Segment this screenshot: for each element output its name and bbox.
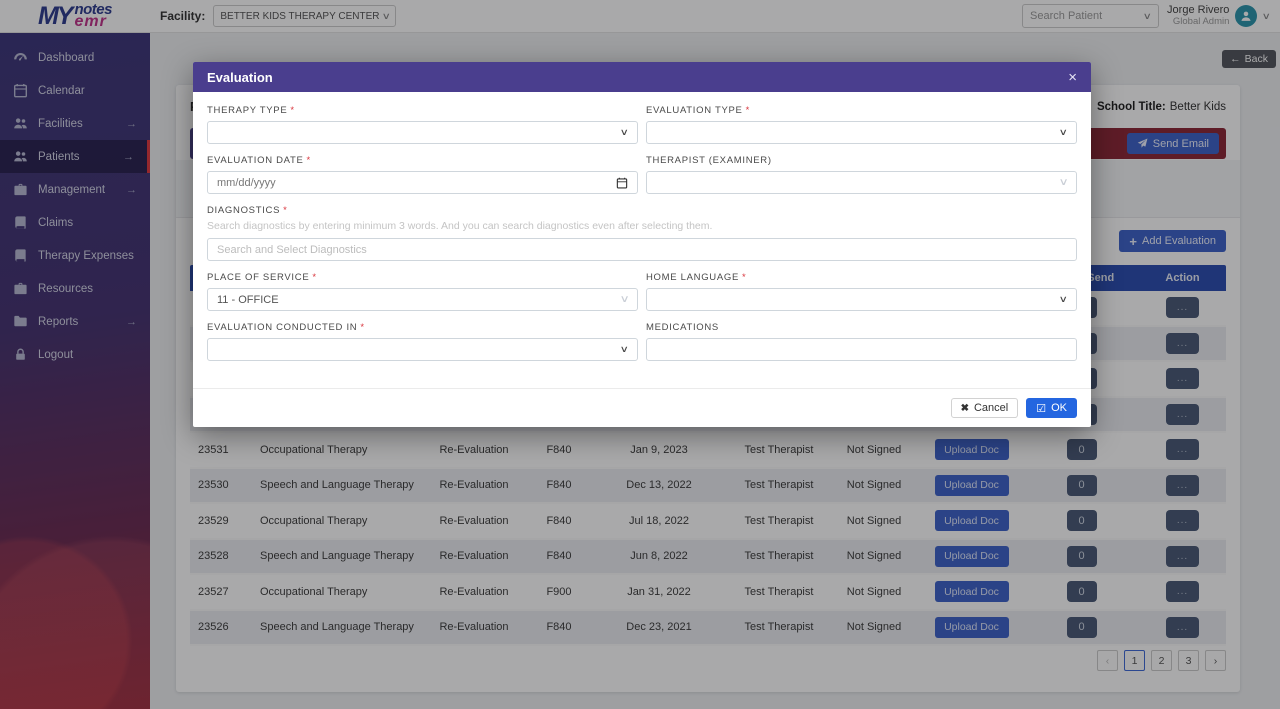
chevron-down-icon: ∨ xyxy=(620,127,629,138)
required-mark: * xyxy=(746,105,750,116)
required-mark: * xyxy=(360,322,364,333)
therapist-select[interactable]: ∨ xyxy=(646,171,1077,194)
evaluation-conducted-in-label: EVALUATION CONDUCTED IN* xyxy=(207,322,638,333)
check-square-icon: ☑ xyxy=(1036,402,1046,415)
chevron-down-icon: ∨ xyxy=(1059,127,1068,138)
evaluation-date-label: EVALUATION DATE* xyxy=(207,155,638,166)
ok-label: OK xyxy=(1051,402,1067,414)
medications-field: MEDICATIONS xyxy=(646,322,1077,361)
diagnostics-field: DIAGNOSTICS* Search diagnostics by enter… xyxy=(207,205,1077,261)
medications-input[interactable] xyxy=(646,338,1077,361)
therapist-label: THERAPIST (EXAMINER) xyxy=(646,155,1077,166)
required-mark: * xyxy=(283,205,287,216)
home-language-label: HOME LANGUAGE* xyxy=(646,272,1077,283)
therapy-type-select[interactable]: ∨ xyxy=(207,121,638,144)
evaluation-conducted-in-field: EVALUATION CONDUCTED IN* ∨ xyxy=(207,322,638,361)
home-language-field: HOME LANGUAGE* ∨ xyxy=(646,272,1077,311)
diagnostics-placeholder: Search and Select Diagnostics xyxy=(217,244,1067,256)
evaluation-date-input[interactable]: mm/dd/yyyy xyxy=(207,171,638,194)
required-mark: * xyxy=(290,105,294,116)
evaluation-type-label: EVALUATION TYPE* xyxy=(646,105,1077,116)
ok-button[interactable]: ☑ OK xyxy=(1026,398,1077,418)
close-icon[interactable]: × xyxy=(1068,70,1077,85)
place-of-service-value: 11 - OFFICE xyxy=(217,294,621,306)
diagnostics-search-input[interactable]: Search and Select Diagnostics xyxy=(207,238,1077,261)
required-mark: * xyxy=(312,272,316,283)
modal-header: Evaluation × xyxy=(193,62,1091,92)
evaluation-date-placeholder: mm/dd/yyyy xyxy=(217,177,616,189)
required-mark: * xyxy=(742,272,746,283)
x-icon: ✖ xyxy=(961,403,969,414)
therapy-type-field: THERAPY TYPE* ∨ xyxy=(207,105,638,144)
modal-title: Evaluation xyxy=(207,70,273,85)
evaluation-conducted-in-select[interactable]: ∨ xyxy=(207,338,638,361)
cancel-button[interactable]: ✖ Cancel xyxy=(951,398,1019,418)
chevron-down-icon: ∨ xyxy=(619,294,629,305)
place-of-service-field: PLACE OF SERVICE* 11 - OFFICE ∨ xyxy=(207,272,638,311)
cancel-label: Cancel xyxy=(974,402,1008,414)
modal-body: THERAPY TYPE* ∨ EVALUATION TYPE* ∨ EVALU… xyxy=(193,92,1091,388)
evaluation-type-field: EVALUATION TYPE* ∨ xyxy=(646,105,1077,144)
calendar-icon[interactable] xyxy=(616,177,628,189)
therapy-type-label: THERAPY TYPE* xyxy=(207,105,638,116)
place-of-service-select[interactable]: 11 - OFFICE ∨ xyxy=(207,288,638,311)
diagnostics-label: DIAGNOSTICS* xyxy=(207,205,1077,216)
chevron-down-icon: ∨ xyxy=(1058,177,1068,188)
evaluation-modal: Evaluation × THERAPY TYPE* ∨ EVALUATION … xyxy=(193,62,1091,427)
modal-footer: ✖ Cancel ☑ OK xyxy=(193,388,1091,427)
place-of-service-label: PLACE OF SERVICE* xyxy=(207,272,638,283)
medications-label: MEDICATIONS xyxy=(646,322,1077,333)
diagnostics-helper-text: Search diagnostics by entering minimum 3… xyxy=(207,220,1077,232)
chevron-down-icon: ∨ xyxy=(620,344,629,355)
chevron-down-icon: ∨ xyxy=(1059,294,1068,305)
evaluation-type-select[interactable]: ∨ xyxy=(646,121,1077,144)
evaluation-date-field: EVALUATION DATE* mm/dd/yyyy xyxy=(207,155,638,194)
home-language-select[interactable]: ∨ xyxy=(646,288,1077,311)
therapist-field: THERAPIST (EXAMINER) ∨ xyxy=(646,155,1077,194)
required-mark: * xyxy=(307,155,311,166)
